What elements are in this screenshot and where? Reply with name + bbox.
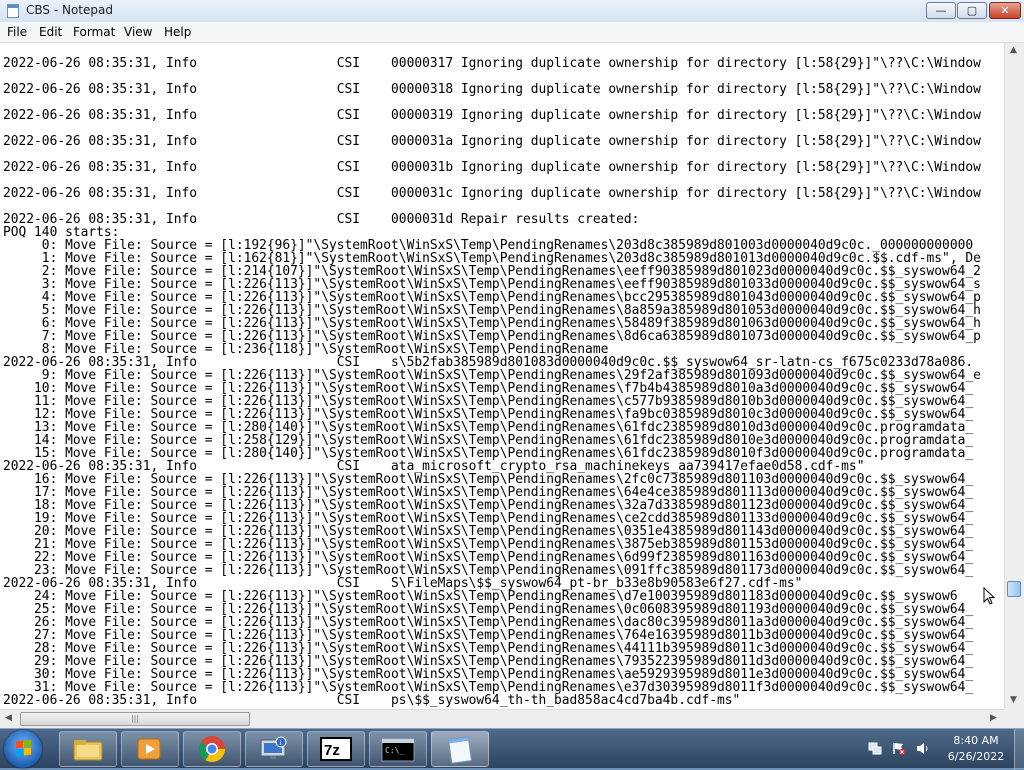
menu-format[interactable]: Format	[73, 25, 115, 39]
menu-edit[interactable]: Edit	[39, 25, 62, 39]
volume-icon[interactable]	[916, 742, 930, 755]
mouse-pointer-icon	[983, 587, 995, 605]
windows-logo-red	[16, 740, 23, 749]
taskbar-media-player[interactable]	[121, 731, 179, 767]
seven-zip-icon: 7z	[320, 737, 352, 761]
notepad-window: CBS - Notepad — ▢ ✕ File Edit Format Vie…	[0, 0, 1024, 728]
close-button[interactable]: ✕	[989, 2, 1021, 19]
taskbar-system-info[interactable]: i	[245, 731, 303, 767]
taskbar-command-prompt[interactable]: C:\_	[369, 731, 427, 767]
scroll-right-arrow-icon[interactable]: ▶	[990, 713, 997, 723]
log-line: 2022-06-26 08:35:31, Info CSI ps\$$_sysw…	[3, 693, 741, 708]
log-line: 2022-06-26 08:35:31, Info CSI 0000031b I…	[3, 160, 981, 175]
windows-logo-yellow	[24, 747, 31, 756]
notepad-icon	[7, 4, 19, 18]
taskbar-explorer[interactable]	[59, 731, 117, 767]
action-center-flag-icon[interactable]	[892, 742, 906, 755]
svg-text:C:\_: C:\_	[385, 746, 404, 755]
window-title: CBS - Notepad	[26, 3, 113, 17]
minimize-button[interactable]: —	[926, 2, 956, 19]
horizontal-scroll-thumb[interactable]: |||	[20, 712, 250, 726]
show-desktop-button[interactable]	[1014, 729, 1024, 769]
windows-logo-green	[24, 739, 31, 748]
log-line: 2022-06-26 08:35:31, Info CSI 00000319 I…	[3, 108, 981, 123]
menu-bar: File Edit Format View Help	[0, 22, 1024, 43]
svg-text:i: i	[280, 739, 282, 747]
scroll-down-arrow-icon[interactable]: ▼	[1010, 695, 1017, 705]
notepad-icon	[447, 736, 473, 764]
folder-icon	[73, 740, 103, 761]
menu-view[interactable]: View	[124, 25, 152, 39]
maximize-button[interactable]: ▢	[957, 2, 987, 19]
windows-logo-blue	[16, 748, 23, 757]
scroll-left-arrow-icon[interactable]: ◀	[5, 713, 12, 723]
log-line: 2022-06-26 08:35:31, Info CSI 00000317 I…	[3, 56, 981, 71]
size-grip[interactable]	[1004, 709, 1024, 728]
menu-file[interactable]: File	[7, 25, 27, 39]
svg-text:7z: 7z	[324, 742, 340, 759]
system-tray: 8:40 AM 6/26/2022	[860, 729, 1024, 769]
title-bar[interactable]: CBS - Notepad — ▢ ✕	[0, 0, 1024, 23]
taskbar-notepad[interactable]	[431, 731, 489, 767]
log-line: 2022-06-26 08:35:31, Info CSI 0000031c I…	[3, 186, 981, 201]
taskbar: i 7z C:\_ 8:40 AM 6/26/2022	[0, 728, 1024, 769]
media-player-icon	[137, 738, 161, 760]
taskbar-7zip[interactable]: 7z	[307, 731, 365, 767]
log-line: 2022-06-26 08:35:31, Info CSI 0000031a I…	[3, 134, 981, 149]
cmd-icon: C:\_	[381, 738, 415, 762]
clock-date[interactable]: 6/26/2022	[946, 750, 1006, 763]
text-editor[interactable]: 2022-06-26 08:35:31, Info CSI 00000317 I…	[0, 43, 1004, 709]
network-icon[interactable]	[868, 742, 882, 755]
log-line: 2022-06-26 08:35:31, Info CSI 00000318 I…	[3, 82, 981, 97]
horizontal-scrollbar[interactable]: ◀ ||| ▶	[0, 709, 1004, 728]
taskbar-chrome[interactable]	[183, 731, 241, 767]
clock-time[interactable]: 8:40 AM	[946, 734, 1006, 747]
start-button[interactable]	[4, 730, 42, 768]
menu-help[interactable]: Help	[164, 25, 191, 39]
chrome-icon	[198, 736, 226, 763]
vertical-scrollbar[interactable]: ▲ ▼	[1004, 43, 1024, 709]
scroll-up-arrow-icon[interactable]: ▲	[1010, 45, 1017, 55]
vertical-scroll-thumb[interactable]	[1007, 581, 1021, 597]
computer-info-icon: i	[260, 736, 287, 759]
